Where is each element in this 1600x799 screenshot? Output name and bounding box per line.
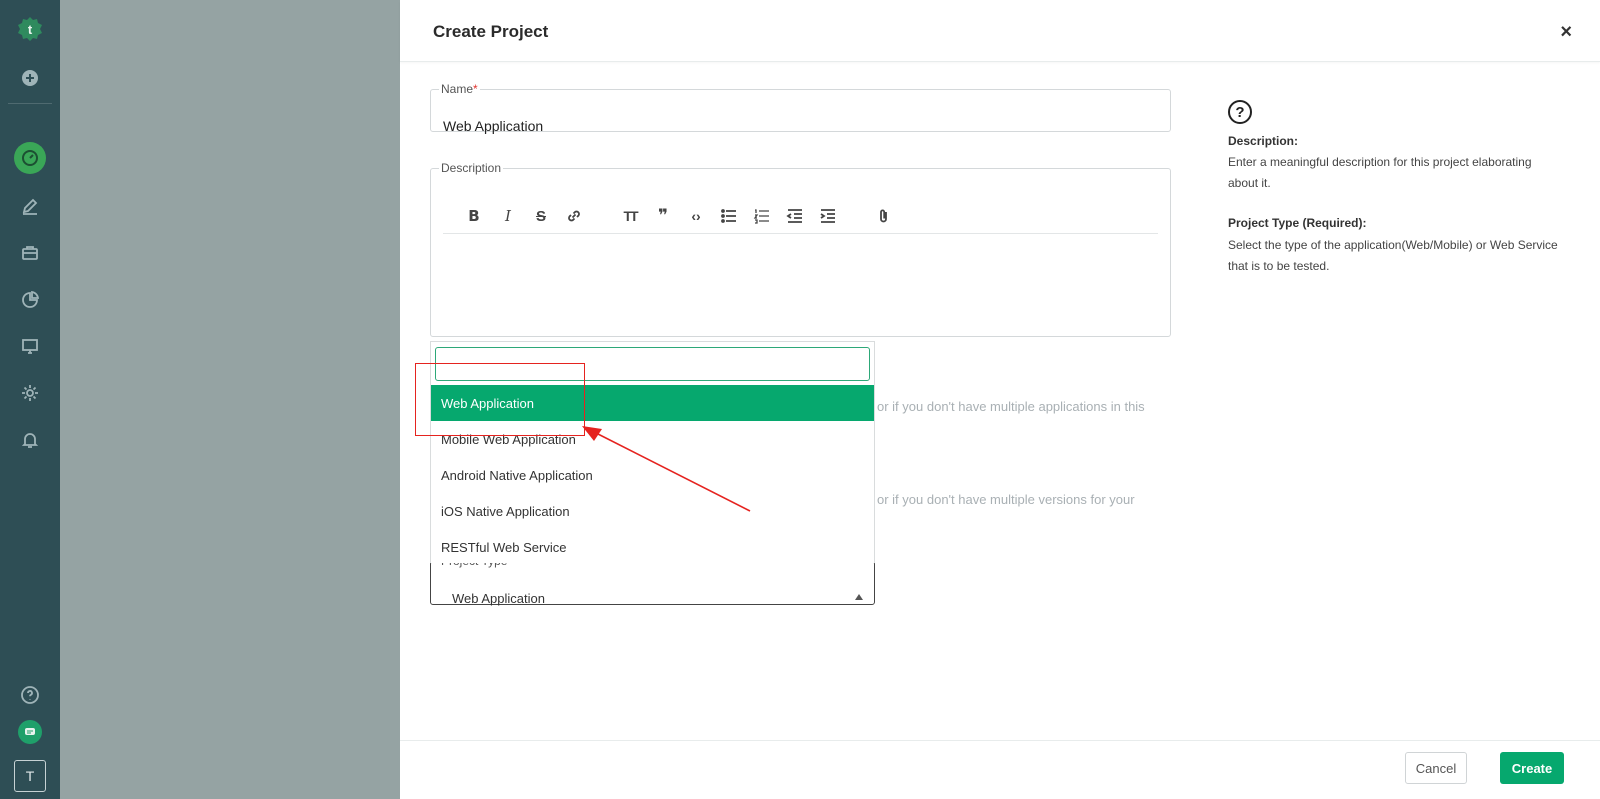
help-description-title: Description: (1228, 134, 1299, 148)
plus-circle-icon[interactable] (18, 66, 42, 90)
help-circle-icon[interactable] (18, 683, 42, 707)
dashboard-icon[interactable] (14, 142, 46, 174)
help-project-type-title: Project Type (Required): (1228, 216, 1367, 230)
bell-icon[interactable] (18, 428, 42, 452)
bullet-list-icon[interactable] (718, 205, 740, 227)
code-icon[interactable]: ‹› (685, 205, 707, 227)
name-field[interactable]: Name* Web Application (430, 82, 1171, 134)
left-sidebar: t T (0, 0, 60, 799)
create-button[interactable]: Create (1500, 752, 1564, 784)
name-input[interactable]: Web Application (443, 118, 543, 134)
cancel-button[interactable]: Cancel (1405, 752, 1467, 784)
page-title: Create Project (433, 22, 549, 41)
gear-icon[interactable] (18, 381, 42, 405)
version-hint-text: or if you don't have multiple versions f… (877, 492, 1135, 507)
description-label: Description (441, 161, 502, 175)
close-icon[interactable]: × (1560, 22, 1572, 42)
option-ios-native-application[interactable]: iOS Native Application (431, 493, 874, 529)
svg-text:t: t (28, 22, 33, 37)
heading-icon[interactable]: TT (619, 205, 641, 227)
italic-icon[interactable]: I (497, 205, 519, 227)
application-hint-text: or if you don't have multiple applicatio… (877, 399, 1145, 414)
option-web-application[interactable]: Web Application (431, 385, 874, 421)
project-type-dropdown: Web Application Mobile Web Application A… (430, 341, 875, 563)
chat-icon[interactable] (18, 720, 42, 744)
numbered-list-icon[interactable] (751, 205, 773, 227)
dropdown-search-input[interactable] (435, 347, 870, 381)
panel-footer: Cancel Create (400, 740, 1600, 799)
link-icon[interactable] (563, 205, 585, 227)
editor-toolbar: B I S TT ❞ ‹› (443, 205, 1158, 234)
logo-icon[interactable]: t (14, 13, 46, 45)
sidebar-divider (8, 103, 52, 104)
briefcase-icon[interactable] (18, 241, 42, 265)
attachment-icon[interactable] (873, 205, 895, 227)
indent-icon[interactable] (817, 205, 839, 227)
name-label: Name* (441, 82, 478, 96)
pencil-icon[interactable] (18, 194, 42, 218)
user-avatar[interactable]: T (14, 760, 46, 792)
description-editor[interactable]: Description B I S TT ❞ ‹› (430, 161, 1171, 337)
option-mobile-web-application[interactable]: Mobile Web Application (431, 421, 874, 457)
quote-icon[interactable]: ❞ (652, 205, 674, 227)
project-type-value[interactable]: Web Application (452, 591, 545, 606)
help-project-type-text: Select the type of the application(Web/M… (1228, 238, 1558, 273)
bold-icon[interactable]: B (463, 205, 485, 227)
caret-up-icon[interactable] (855, 594, 863, 600)
pie-chart-icon[interactable] (18, 288, 42, 312)
outdent-icon[interactable] (784, 205, 806, 227)
option-restful-web-service[interactable]: RESTful Web Service (431, 529, 874, 565)
panel-header: Create Project × (400, 0, 1600, 62)
required-mark: * (473, 82, 478, 96)
strikethrough-icon[interactable]: S (530, 205, 552, 227)
help-question-icon: ? (1228, 100, 1252, 124)
monitor-icon[interactable] (18, 334, 42, 358)
option-android-native-application[interactable]: Android Native Application (431, 457, 874, 493)
help-description-text: Enter a meaningful description for this … (1228, 155, 1532, 190)
create-project-panel: Create Project × Name* Web Application D… (400, 0, 1600, 799)
